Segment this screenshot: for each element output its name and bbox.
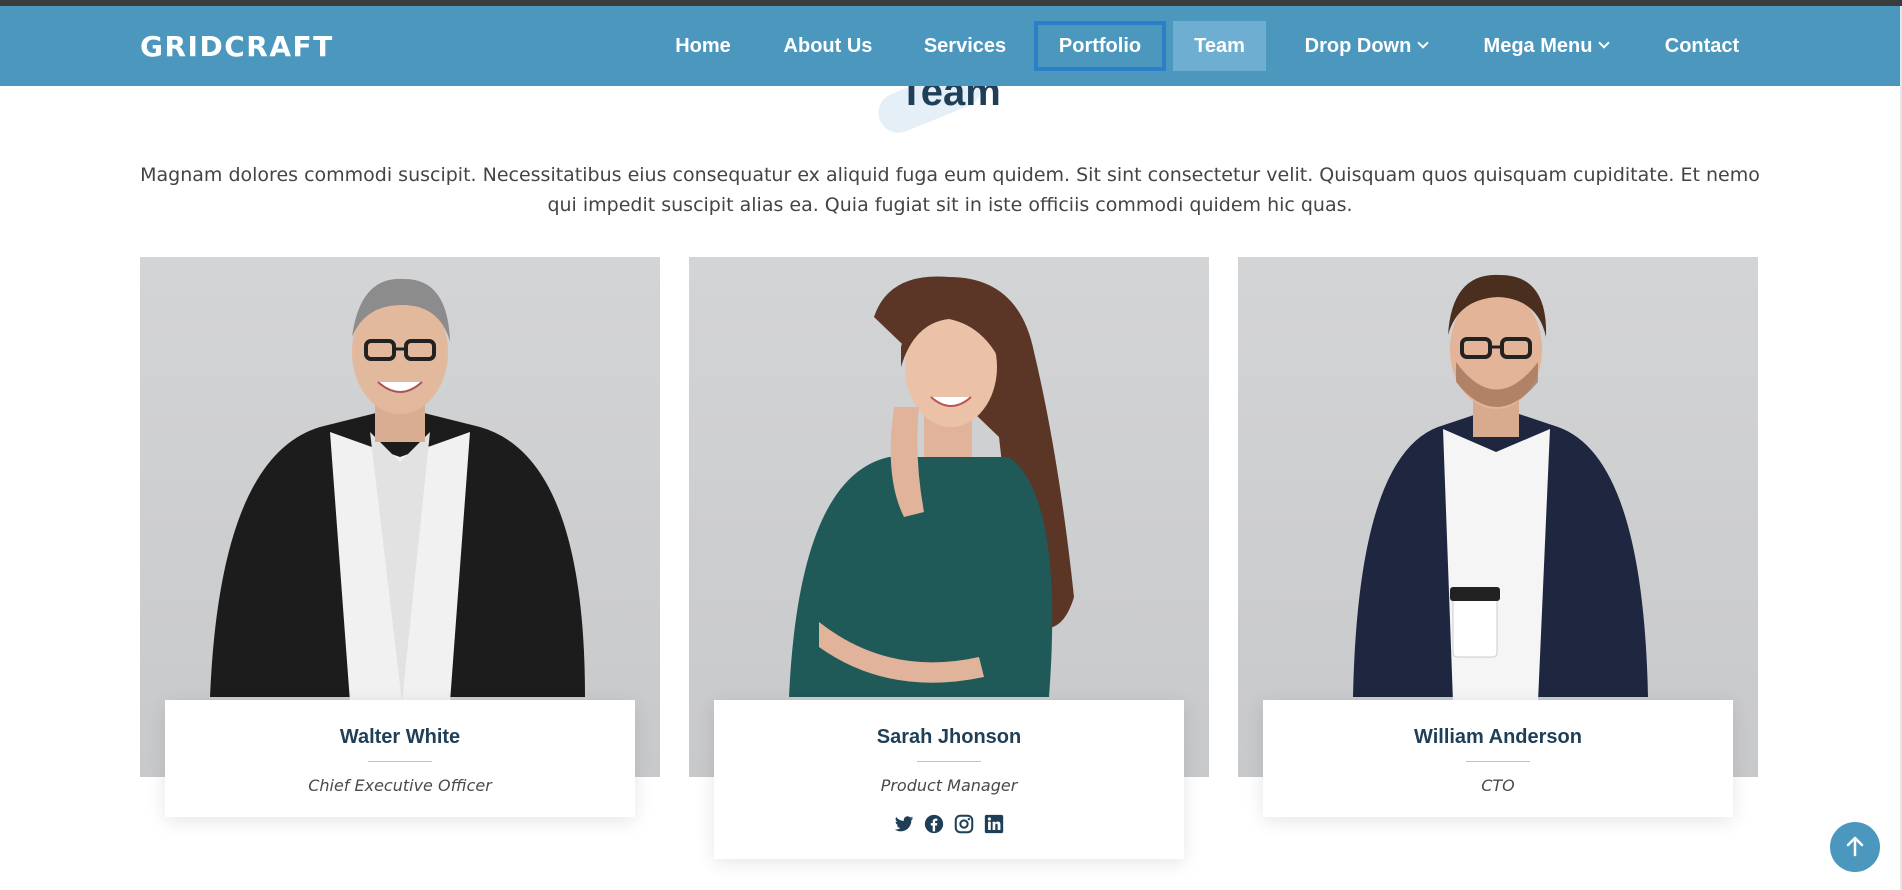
member-name: Sarah Jhonson (876, 726, 1022, 748)
member-photo (1238, 257, 1758, 777)
divider (917, 761, 981, 762)
member-role: Chief Executive Officer (308, 776, 492, 795)
member-info: William Anderson CTO (1263, 700, 1733, 817)
chevron-down-icon (1598, 37, 1611, 49)
facebook-icon[interactable] (923, 813, 945, 835)
nav-services[interactable]: Services (910, 21, 1020, 71)
nav-home[interactable]: Home (658, 21, 748, 71)
social-links (714, 813, 1184, 859)
section-description: Magnam dolores commodi suscipit. Necessi… (140, 164, 1760, 216)
portrait-image (789, 276, 1074, 697)
member-name: William Anderson (1414, 726, 1582, 748)
member-name: Walter White (339, 726, 461, 748)
member-photo (689, 257, 1209, 777)
main-nav: Home About Us Services Portfolio Team Dr… (0, 6, 1900, 86)
nav-portfolio[interactable]: Portfolio (1034, 21, 1166, 71)
nav-about-us[interactable]: About Us (768, 21, 888, 71)
portrait-image (210, 278, 585, 702)
linkedin-icon[interactable] (983, 813, 1005, 835)
nav-contact[interactable]: Contact (1650, 21, 1754, 71)
nav-mega-menu-label: Mega Menu (1483, 35, 1593, 57)
nav-drop-down[interactable]: Drop Down (1286, 21, 1446, 71)
member-role: Product Manager (880, 776, 1018, 795)
nav-mega-menu[interactable]: Mega Menu (1466, 21, 1626, 71)
chevron-down-icon (1417, 37, 1429, 49)
nav-drop-down-label: Drop Down (1304, 35, 1412, 57)
portrait-image (1353, 274, 1648, 702)
site-header: GRIDCRAFT Home About Us Services Portfol… (0, 6, 1900, 86)
member-info: Walter White Chief Executive Officer (165, 700, 635, 817)
member-info: Sarah Jhonson Product Manager (714, 700, 1184, 859)
divider (1466, 761, 1530, 762)
member-role: CTO (1481, 776, 1515, 795)
back-to-top-button[interactable] (1830, 822, 1880, 872)
instagram-icon[interactable] (953, 813, 975, 835)
twitter-icon[interactable] (893, 813, 915, 835)
member-photo (140, 257, 660, 777)
nav-team[interactable]: Team (1173, 21, 1266, 71)
arrow-up-icon (1846, 836, 1864, 857)
divider (368, 761, 432, 762)
